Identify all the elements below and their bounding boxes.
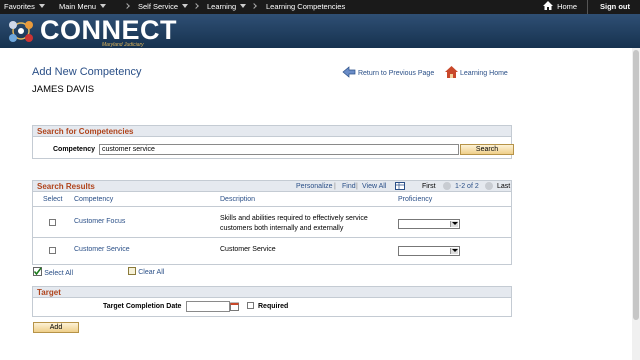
nav-divider	[587, 0, 588, 14]
column-header-competency[interactable]: Competency	[74, 196, 113, 203]
breadcrumb-learning[interactable]: Learning	[207, 0, 247, 14]
chevron-down-icon	[450, 248, 458, 254]
search-results-title: Search Results	[37, 182, 95, 191]
house-icon	[445, 66, 458, 78]
chevron-down-icon	[100, 4, 107, 8]
logo-subtitle: Maryland Judiciary	[102, 42, 144, 48]
home-link[interactable]: Home	[543, 0, 577, 14]
employee-name: JAMES DAVIS	[32, 84, 95, 95]
return-link-label: Return to Previous Page	[357, 70, 435, 77]
vertical-scrollbar[interactable]	[632, 48, 640, 360]
chevron-down-icon	[182, 4, 189, 8]
target-completion-date-input[interactable]	[186, 301, 230, 312]
connect-banner: CONNECT Maryland Judiciary	[0, 14, 640, 48]
target-completion-date-label: Target Completion Date	[103, 303, 182, 310]
chevron-right-icon	[251, 3, 257, 9]
learning-home-link[interactable]: Learning Home	[445, 66, 508, 78]
home-label: Home	[557, 2, 578, 11]
competency-link[interactable]: Customer Focus	[74, 218, 125, 225]
favorites-label: Favorites	[4, 2, 35, 11]
personalize-link[interactable]: Personalize	[296, 181, 333, 192]
chevron-right-icon	[193, 3, 199, 9]
scrollbar-thumb[interactable]	[633, 50, 639, 320]
required-checkbox[interactable]	[247, 302, 254, 309]
sign-out-link[interactable]: Sign out	[600, 0, 630, 14]
select-all-link[interactable]: Select All	[44, 270, 73, 277]
main-menu[interactable]: Main Menu	[59, 0, 107, 14]
learning-competencies-label: Learning Competencies	[266, 2, 346, 11]
chevron-down-icon	[38, 4, 45, 8]
breadcrumb-learning-competencies[interactable]: Learning Competencies	[266, 0, 345, 14]
breadcrumb-separator	[251, 0, 257, 14]
competency-search-input[interactable]: customer service	[99, 144, 459, 155]
proficiency-select[interactable]	[398, 246, 460, 256]
page-title: Add New Competency	[32, 66, 142, 78]
connect-logo-icon	[9, 21, 33, 42]
table-row: Customer Service Customer Service	[33, 238, 511, 264]
checked-box-icon	[33, 267, 42, 276]
home-icon	[543, 1, 553, 10]
next-page-icon[interactable]	[485, 182, 493, 190]
target-section-header: Target	[33, 287, 511, 298]
return-arrow-icon	[342, 66, 356, 78]
proficiency-select[interactable]	[398, 219, 460, 229]
row-select-checkbox[interactable]	[49, 219, 56, 226]
view-all-link[interactable]: View All	[362, 181, 386, 192]
previous-page-icon[interactable]	[443, 182, 451, 190]
favorites-menu[interactable]: Favorites	[4, 0, 45, 14]
column-header-proficiency[interactable]: Proficiency	[398, 196, 432, 203]
clear-all-link[interactable]: Clear All	[138, 269, 164, 276]
pipe-divider: |	[356, 183, 358, 190]
competency-link[interactable]: Customer Service	[74, 246, 130, 253]
return-to-previous-page-link[interactable]: Return to Previous Page	[342, 66, 434, 78]
breadcrumb-separator	[124, 0, 130, 14]
target-section: Target Target Completion Date Required	[32, 286, 512, 317]
search-results-header: Search Results Personalize | Find | View…	[33, 181, 511, 192]
grid-view-icon[interactable]	[395, 182, 405, 190]
top-navigation-bar: Favorites Main Menu Self Service Learnin…	[0, 0, 640, 14]
page-range: 1-2 of 2	[455, 183, 479, 190]
sign-out-label: Sign out	[600, 2, 630, 11]
results-column-header-row: Select Competency Description Proficienc…	[33, 193, 511, 207]
required-label: Required	[258, 303, 289, 310]
competency-description: Customer Service	[220, 246, 276, 253]
chevron-down-icon	[240, 4, 247, 8]
learning-home-label: Learning Home	[459, 70, 508, 77]
find-link[interactable]: Find	[342, 181, 356, 192]
add-button[interactable]: Add	[33, 322, 79, 333]
empty-box-icon	[128, 267, 136, 275]
main-menu-label: Main Menu	[59, 2, 97, 11]
chevron-down-icon	[450, 221, 458, 227]
clear-all-control[interactable]: Clear All	[128, 267, 164, 276]
column-header-select[interactable]: Select	[43, 196, 62, 203]
first-label: First	[422, 183, 436, 190]
pipe-divider: |	[334, 183, 336, 190]
breadcrumb-separator	[193, 0, 199, 14]
competency-description: Skills and abilities required to effecti…	[220, 215, 368, 232]
learning-label: Learning	[207, 2, 237, 11]
search-section: Search for Competencies Competency custo…	[32, 125, 514, 159]
search-results-grid: Search Results Personalize | Find | View…	[32, 180, 512, 265]
self-service-label: Self Service	[138, 2, 179, 11]
row-select-checkbox[interactable]	[49, 247, 56, 254]
search-button[interactable]: Search	[460, 144, 514, 155]
competency-label: Competency	[53, 146, 96, 153]
search-section-header: Search for Competencies	[33, 126, 511, 137]
table-row: Customer Focus Skills and abilities requ…	[33, 208, 511, 238]
column-header-description[interactable]: Description	[220, 196, 255, 203]
chevron-right-icon	[124, 3, 130, 9]
calendar-icon[interactable]	[230, 302, 239, 311]
breadcrumb-self-service[interactable]: Self Service	[138, 0, 189, 14]
select-all-control[interactable]: Select All	[33, 267, 73, 277]
last-label: Last	[497, 183, 511, 190]
